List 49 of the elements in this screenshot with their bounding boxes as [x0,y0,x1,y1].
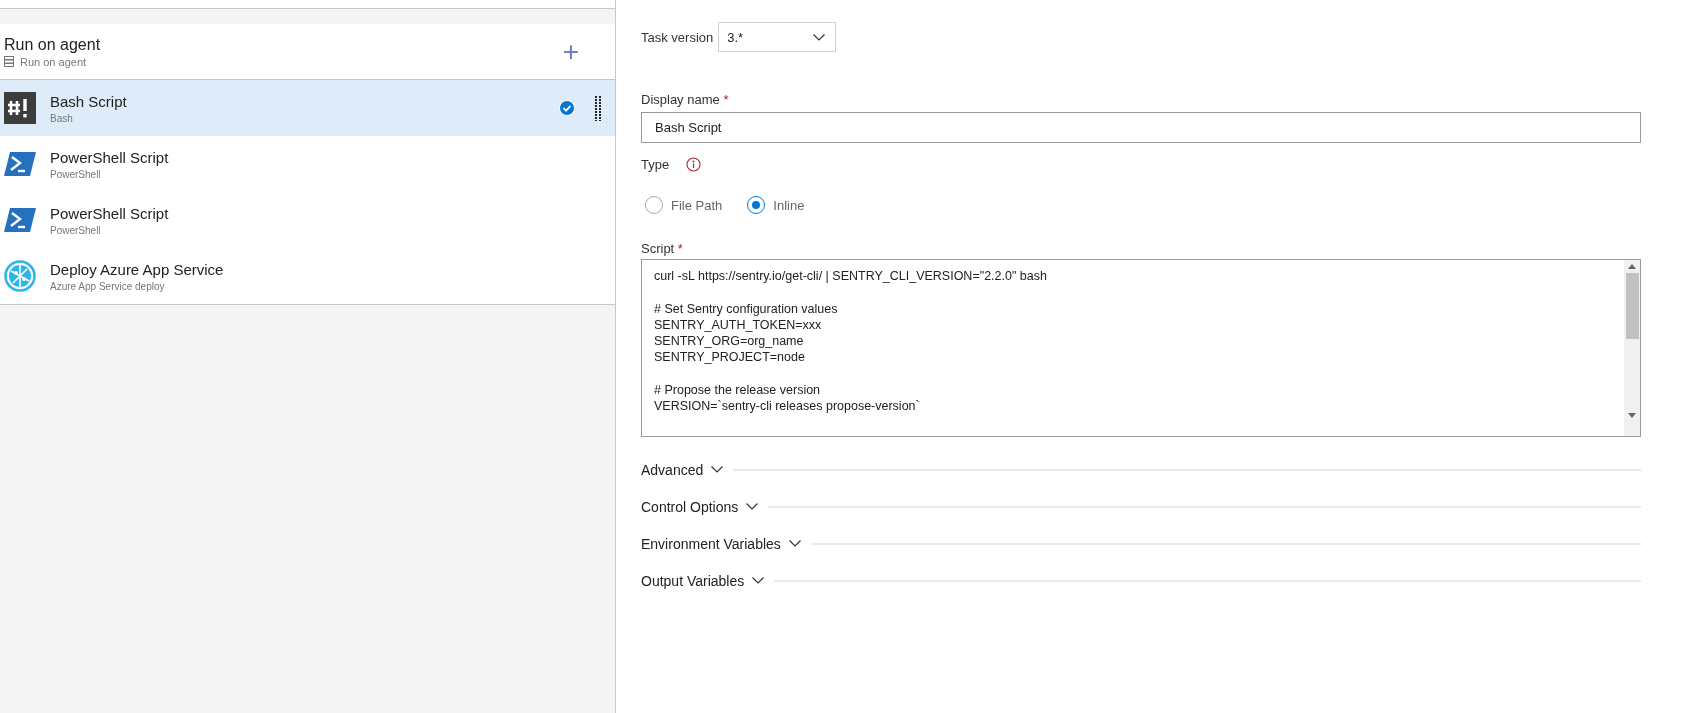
task-item[interactable]: Deploy Azure App Service Azure App Service deploy [0,248,615,304]
globe-icon [4,260,36,292]
task-name: PowerShell Script [50,148,170,166]
phase-subtitle: Run on agent [20,55,87,68]
task-name: Bash Script [50,92,128,110]
code-line: SENTRY_AUTH_TOKEN=xxx [654,316,823,334]
code-line: # Set Sentry configuration values [654,300,839,317]
code-line: VERSION=`sentry-cli releases propose-version` [654,398,921,415]
prompt-icon [4,150,36,178]
terminal-icon [4,92,36,124]
section-toggle[interactable]: Output Variables [641,572,765,589]
info-icon[interactable] [686,156,702,172]
task-name: PowerShell Script [50,204,170,222]
task-subtitle: Bash [50,112,74,124]
code-line: SENTRY_ORG=org_name [654,333,805,350]
field-label: Task version [641,29,714,45]
check-icon [559,100,575,116]
drag-handle-icon[interactable] [595,95,601,121]
task-name: Deploy Azure App Service [50,260,225,278]
phase-title: Run on agent [4,35,101,54]
chevron-down-icon [746,503,759,510]
version-dropdown[interactable]: 3.* [718,22,837,52]
code-line: # Propose the release version [654,382,822,399]
display-name-field[interactable]: Bash Script [641,112,1641,143]
radio-label[interactable]: Inline [773,197,805,213]
chevron-down-icon [813,33,826,41]
radio-label[interactable]: File Path [671,197,723,213]
task-item[interactable]: Bash Script Bash [0,80,615,136]
field-label: Display name * [641,91,729,107]
task-subtitle: PowerShell [50,224,102,236]
add-task-button[interactable]: + [558,37,583,66]
script-editor[interactable] [641,259,1641,437]
field-label: Script * [641,240,683,256]
task-subtitle: Azure App Service deploy [50,280,166,292]
chevron-down-icon [752,577,765,584]
task-subtitle: PowerShell [50,168,102,180]
scrollbar[interactable] [1624,260,1640,436]
section-toggle[interactable]: Environment Variables [641,535,801,552]
chevron-down-icon [788,540,801,547]
section-toggle[interactable]: Control Options [641,498,759,515]
code-line: SENTRY_PROJECT=node [654,349,806,366]
prompt-icon [4,206,36,234]
chevron-down-icon [711,466,724,473]
task-item[interactable]: PowerShell Script PowerShell [0,192,615,248]
section-toggle[interactable]: Advanced [641,461,724,478]
code-line: curl -sL https://sentry.io/get-cli/ | SENTRY_CLI_VERSION="2.2.0" bash [654,268,1048,285]
server-icon [4,56,14,67]
field-label: Type [641,156,670,172]
task-item[interactable]: PowerShell Script PowerShell [0,136,615,192]
